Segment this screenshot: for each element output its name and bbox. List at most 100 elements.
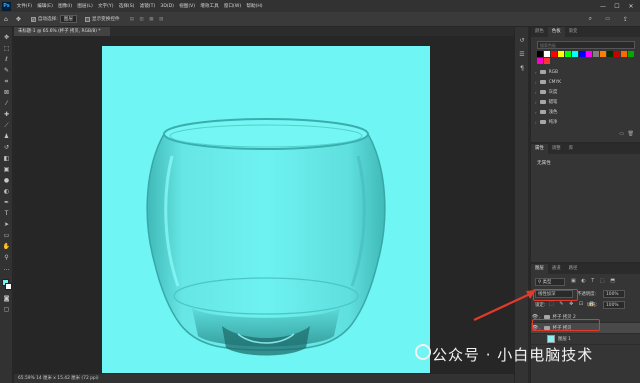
hand-tool-icon[interactable]: ✋ xyxy=(3,243,10,250)
swatch-folder[interactable]: › CMYK xyxy=(535,77,561,87)
color-swatch[interactable] xyxy=(607,51,613,57)
tab-channels[interactable]: 通道 xyxy=(548,264,565,274)
frame-tool-icon[interactable]: ⊠ xyxy=(3,89,10,96)
fill-input[interactable]: 100% xyxy=(603,301,625,309)
color-swatch[interactable] xyxy=(579,51,585,57)
photoshop-logo[interactable]: Ps xyxy=(2,1,11,11)
color-swatch[interactable] xyxy=(565,51,571,57)
tab-layers[interactable]: 图层 xyxy=(531,264,548,274)
chevron-right-icon: › xyxy=(535,99,537,105)
menu-select[interactable]: 选择(S) xyxy=(116,3,137,9)
folder-icon xyxy=(539,70,546,74)
tab-paths[interactable]: 路径 xyxy=(565,264,582,274)
history-icon[interactable]: ↺ xyxy=(518,37,526,45)
menu-filter[interactable]: 滤镜(T) xyxy=(137,3,158,9)
minimize-button[interactable]: — xyxy=(596,0,610,12)
auto-select-dropdown[interactable]: 图层 xyxy=(59,15,77,23)
path-select-tool-icon[interactable]: ➤ xyxy=(3,221,10,228)
maximize-button[interactable]: ☐ xyxy=(610,0,624,12)
stamp-tool-icon[interactable]: ♟ xyxy=(3,133,10,140)
tab-properties[interactable]: 属性 xyxy=(531,144,548,154)
quick-select-tool-icon[interactable]: ✎ xyxy=(3,67,10,74)
home-icon[interactable]: ⌂ xyxy=(4,16,8,23)
menu-view[interactable]: 视图(V) xyxy=(177,3,198,9)
color-swatch[interactable] xyxy=(537,58,543,64)
auto-select-checkbox[interactable]: ✓ xyxy=(30,16,36,22)
document-canvas[interactable] xyxy=(102,46,430,373)
transform-option[interactable]: 显示变换控件 xyxy=(84,16,120,22)
color-swatch[interactable] xyxy=(614,51,620,57)
align-icons[interactable]: ▤ ▥ ▦ ▧ xyxy=(130,17,166,22)
screen-mode-icon[interactable]: ▢ xyxy=(3,306,10,313)
opacity-input[interactable]: 100% xyxy=(603,290,625,298)
color-swatch[interactable] xyxy=(551,51,557,57)
swatch-folder[interactable]: › 蜡笔 xyxy=(535,97,557,107)
gradient-tool-icon[interactable]: ▣ xyxy=(3,166,10,173)
menu-type[interactable]: 文字(Y) xyxy=(95,3,116,9)
auto-select-option[interactable]: ✓ 自动选择: 图层 xyxy=(30,15,77,23)
menu-edit[interactable]: 编辑(E) xyxy=(35,3,56,9)
swatch-folder[interactable]: › RGB xyxy=(535,67,558,77)
trash-icon[interactable]: 🗑 xyxy=(628,131,634,137)
lasso-tool-icon[interactable]: ℓ xyxy=(3,56,10,63)
menu-3d[interactable]: 3D(D) xyxy=(158,4,177,9)
folder-icon xyxy=(539,120,546,124)
tab-swatches[interactable]: 色板 xyxy=(547,27,565,37)
color-swatch[interactable] xyxy=(544,51,550,57)
color-swatch[interactable] xyxy=(558,51,564,57)
more-tools-icon[interactable]: … xyxy=(3,265,10,272)
wechat-logo-icon xyxy=(415,344,431,360)
swatch-folder[interactable]: › 浅色 xyxy=(535,107,557,117)
fill-label: 填充: xyxy=(587,303,598,308)
color-swatch[interactable] xyxy=(600,51,606,57)
rectangle-tool-icon[interactable]: ▭ xyxy=(3,232,10,239)
color-swatch[interactable] xyxy=(544,58,550,64)
dodge-tool-icon[interactable]: ◐ xyxy=(3,188,10,195)
crop-tool-icon[interactable]: ⌗ xyxy=(3,78,10,85)
healing-tool-icon[interactable]: ✚ xyxy=(3,111,10,118)
menu-file[interactable]: 文件(F) xyxy=(14,3,35,9)
history-brush-icon[interactable]: ↺ xyxy=(3,144,10,151)
color-swatch[interactable] xyxy=(593,51,599,57)
blur-tool-icon[interactable]: ● xyxy=(3,177,10,184)
color-swatch[interactable] xyxy=(572,51,578,57)
background-color-swatch[interactable] xyxy=(5,283,12,290)
menu-plugins[interactable]: 增效工具 xyxy=(198,3,222,9)
paragraph-icon[interactable]: ¶ xyxy=(518,65,526,73)
document-tab[interactable]: 未标题-1 @ 65.6% (杯子 拷贝, RGB/8) * xyxy=(14,27,110,36)
share-icon[interactable]: ⇪ xyxy=(623,16,628,23)
tab-gradients[interactable]: 渐变 xyxy=(565,27,582,37)
type-tool-icon[interactable]: T xyxy=(3,210,10,217)
color-swatch[interactable] xyxy=(621,51,627,57)
marquee-tool-icon[interactable]: ⬚ xyxy=(3,45,10,52)
swatch-folder[interactable]: › 纯净 xyxy=(535,117,557,127)
move-tool-icon[interactable]: ✥ xyxy=(3,34,10,41)
quick-mask-icon[interactable]: ◙ xyxy=(3,295,10,302)
brush-tool-icon[interactable]: ⟋ xyxy=(3,122,10,129)
layer-filter-icons[interactable]: ▣ ◐ T ⬚ ⬒ xyxy=(571,278,617,284)
menu-help[interactable]: 帮助(H) xyxy=(244,3,265,9)
move-tool-icon[interactable]: ✥ xyxy=(16,16,21,23)
search-icon[interactable]: ⌕ xyxy=(589,15,592,23)
swatch-search-input[interactable] xyxy=(537,41,635,49)
watermark-text: 公众号 · 小白电脑技术 xyxy=(432,346,594,364)
color-swatch[interactable] xyxy=(537,51,543,57)
pen-tool-icon[interactable]: ✒ xyxy=(3,199,10,206)
eraser-tool-icon[interactable]: ◧ xyxy=(3,155,10,162)
color-swatch[interactable] xyxy=(586,51,592,57)
tab-adjustments[interactable]: 调整 xyxy=(548,144,565,154)
close-button[interactable]: ✕ xyxy=(624,0,638,12)
swatch-folder[interactable]: › 灰度 xyxy=(535,87,557,97)
tab-libraries[interactable]: 库 xyxy=(565,144,577,154)
menu-image[interactable]: 图像(I) xyxy=(55,3,74,9)
transform-checkbox[interactable] xyxy=(84,16,90,22)
zoom-tool-icon[interactable]: ⚲ xyxy=(3,254,10,261)
menu-window[interactable]: 窗口(W) xyxy=(221,3,244,9)
new-folder-icon[interactable]: ▭ xyxy=(619,131,624,137)
workspace-icon[interactable]: ▭ xyxy=(605,16,610,22)
properties-icon[interactable]: ☰ xyxy=(518,51,526,59)
color-swatch[interactable] xyxy=(628,51,634,57)
eyedropper-tool-icon[interactable]: ⁄ xyxy=(3,100,10,107)
menu-layer[interactable]: 图层(L) xyxy=(75,3,96,9)
tab-color[interactable]: 颜色 xyxy=(531,27,548,37)
